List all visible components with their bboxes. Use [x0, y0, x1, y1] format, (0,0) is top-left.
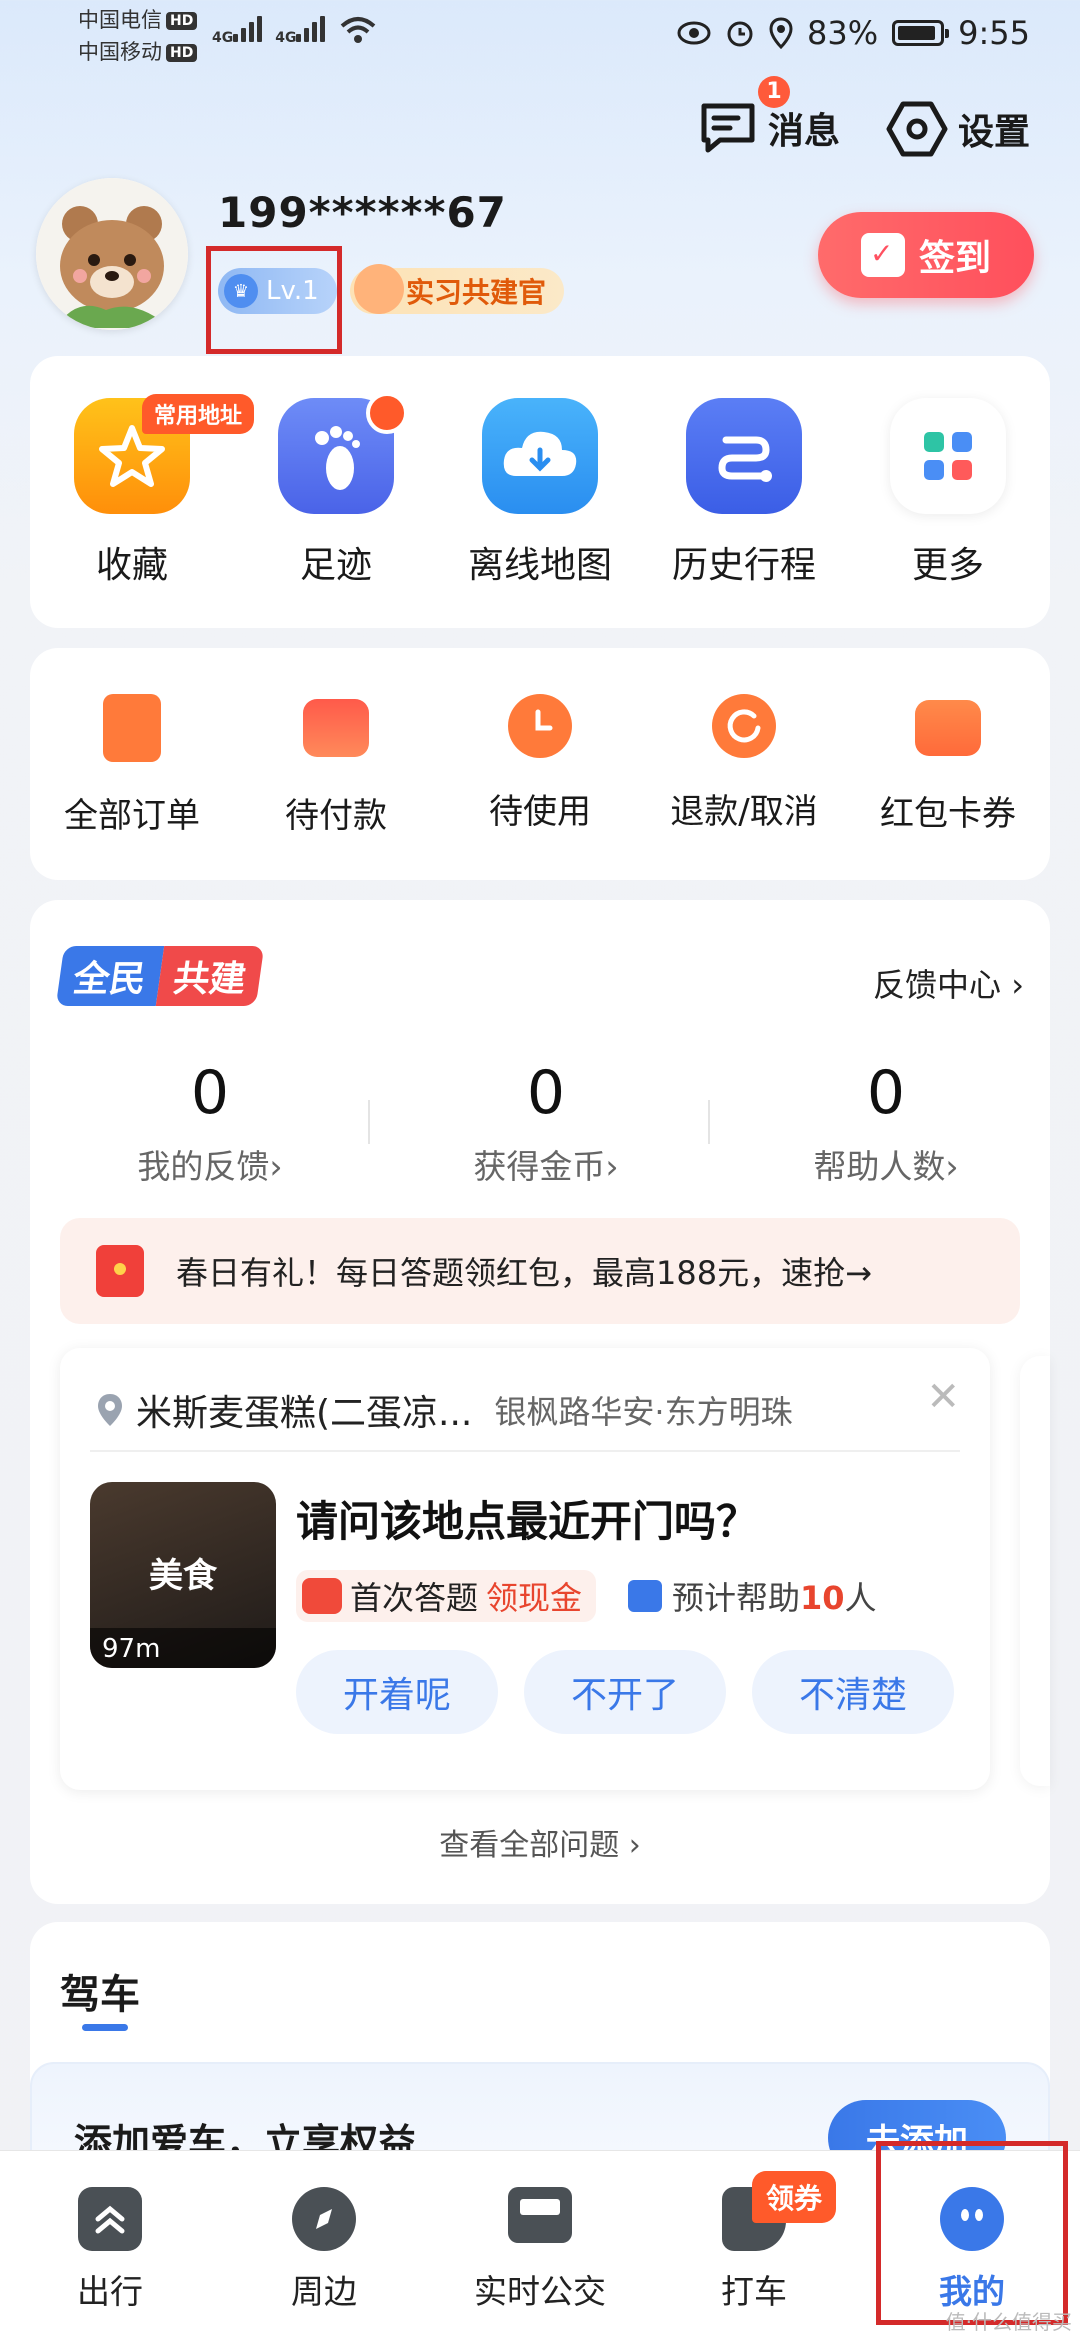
- quick-more[interactable]: 更多: [848, 398, 1048, 588]
- question-card: 米斯麦蛋糕(二蛋凉... 银枫路华安·东方明珠 ✕ 美食 97m 请问该地点最近…: [60, 1348, 990, 1790]
- answer-open-button[interactable]: 开着呢: [296, 1650, 498, 1734]
- title-badge[interactable]: 实习共建官: [350, 264, 565, 314]
- build-logo: 全民 共建: [55, 946, 265, 1006]
- wallet-icon: [303, 699, 369, 757]
- signal-icon-2: 4G: [275, 16, 328, 46]
- order-refund[interactable]: 退款/取消: [644, 694, 844, 833]
- sync-icon: [366, 392, 408, 434]
- reward-tag: 首次答题 领现金: [296, 1570, 597, 1622]
- clock-time: 9:55: [958, 14, 1030, 52]
- messages-button[interactable]: 消息: [698, 100, 840, 156]
- status-right: 83% 9:55: [677, 14, 1030, 52]
- order-to-use[interactable]: 待使用: [440, 694, 640, 833]
- grid-more-icon: [890, 398, 1006, 514]
- hand-icon: [354, 264, 404, 314]
- clock-icon: [508, 694, 572, 758]
- bottom-tab-bar: 出行 周边 实时公交 打车 领券 我的 值·什么值得买: [0, 2141, 1080, 2341]
- signin-button[interactable]: 签到: [818, 212, 1034, 298]
- orders-card: 全部订单 待付款 待使用 退款/取消 红包卡券: [30, 648, 1050, 880]
- next-question-card-peek: [1020, 1356, 1050, 1786]
- quick-footprint[interactable]: 足迹: [236, 398, 436, 588]
- annotation-box-level: [206, 246, 342, 354]
- question-place: 米斯麦蛋糕(二蛋凉... 银枫路华安·东方明珠: [96, 1384, 793, 1436]
- order-coupons[interactable]: 红包卡券: [848, 694, 1048, 835]
- comment-icon: [628, 1580, 662, 1612]
- refund-icon: [712, 694, 776, 758]
- avatar[interactable]: [36, 178, 188, 330]
- distance-label: 97m: [102, 1634, 161, 1664]
- annotation-box-me-tab: [876, 2141, 1068, 2325]
- chevron-right-icon: ›: [1001, 966, 1024, 1004]
- status-carrier-2: 中国移动 HD: [78, 38, 198, 66]
- travel-icon: [78, 2187, 142, 2251]
- signal-icons: 4G 4G: [212, 14, 378, 46]
- settings-hex-icon: [886, 101, 948, 157]
- quick-offline-map[interactable]: 离线地图: [440, 398, 640, 588]
- order-list-icon: [103, 694, 161, 762]
- order-all[interactable]: 全部订单: [32, 694, 232, 837]
- stat-coins[interactable]: 0 获得金币›: [396, 1058, 696, 1188]
- stat-divider: [368, 1100, 370, 1144]
- wifi-icon: [341, 17, 376, 43]
- answer-closed-button[interactable]: 不开了: [524, 1650, 726, 1734]
- help-estimate: 预计帮助10人: [628, 1570, 877, 1622]
- battery-percent: 83%: [807, 14, 879, 52]
- calendar-check-icon: [860, 233, 905, 277]
- stat-my-feedback[interactable]: 0 我的反馈›: [60, 1058, 360, 1188]
- tab-nearby[interactable]: 周边: [244, 2187, 404, 2313]
- messages-badge: 1: [758, 76, 790, 108]
- signal-icon-1: 4G: [212, 16, 265, 46]
- settings-button[interactable]: 设置: [886, 100, 1030, 158]
- order-pending-payment[interactable]: 待付款: [236, 694, 436, 837]
- bus-icon: [508, 2187, 572, 2243]
- driving-tab-indicator: [82, 2024, 128, 2031]
- cloud-download-icon: [482, 398, 598, 514]
- tab-travel[interactable]: 出行: [30, 2187, 190, 2313]
- alarm-icon: [727, 21, 753, 47]
- feedback-center-link[interactable]: 反馈中心 ›: [873, 960, 1024, 1006]
- stat-helped[interactable]: 0 帮助人数›: [736, 1058, 1036, 1188]
- location-pin-icon: [98, 1394, 122, 1426]
- user-phone: 199******67: [218, 188, 507, 237]
- stat-divider: [708, 1100, 710, 1144]
- promo-banner[interactable]: 春日有礼！每日答题领红包，最高188元，速抢→: [60, 1218, 1020, 1324]
- question-title: 请问该地点最近开门吗？: [296, 1497, 759, 1546]
- battery-icon: [892, 20, 950, 46]
- eye-icon: [677, 21, 711, 45]
- answer-unsure-button[interactable]: 不清楚: [752, 1650, 954, 1734]
- route-icon: [686, 398, 802, 514]
- status-carrier-1: 中国电信 HD: [78, 6, 198, 34]
- tab-bus[interactable]: 实时公交: [460, 2187, 620, 2313]
- quick-actions-card: 收藏 常用地址 足迹 离线地图 历史行程 更多: [30, 356, 1050, 628]
- compass-icon: [292, 2187, 356, 2251]
- taxi-coupon-tag: 领券: [752, 2171, 837, 2223]
- place-thumbnail[interactable]: 美食 97m: [90, 1482, 276, 1668]
- view-all-questions-link[interactable]: 查看全部问题 ›: [0, 1820, 1080, 1864]
- red-packet-icon: [302, 1578, 342, 1614]
- red-envelope-icon: [96, 1245, 144, 1297]
- bear-avatar-icon: [36, 178, 188, 330]
- driving-title: 驾车: [60, 1972, 140, 2018]
- close-icon[interactable]: ✕: [926, 1374, 960, 1420]
- watermark: 值·什么值得买: [945, 2310, 1072, 2334]
- divider: [90, 1450, 960, 1452]
- coupon-icon: [915, 700, 981, 756]
- location-icon: [769, 17, 793, 49]
- message-icon: [701, 103, 755, 153]
- quick-trip-history[interactable]: 历史行程: [644, 398, 844, 588]
